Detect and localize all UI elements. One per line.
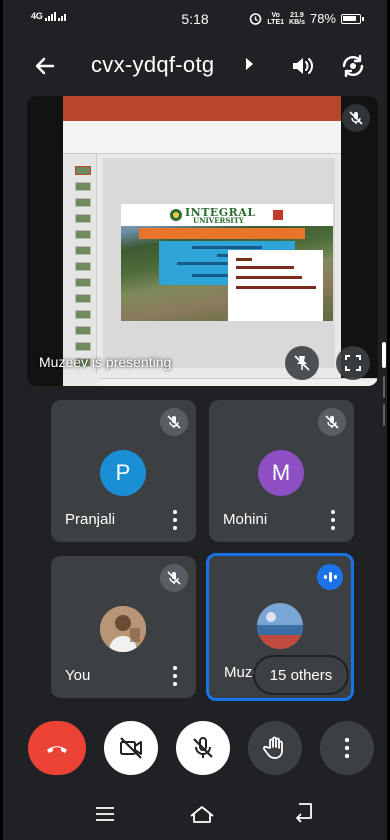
participant-name: Mohini: [223, 511, 268, 528]
profile-photo-icon: [257, 603, 303, 649]
system-nav-bar: [3, 792, 387, 840]
presenter-mic-muted: [342, 104, 370, 132]
flip-camera-icon: [342, 54, 364, 78]
participant-name: You: [65, 667, 91, 684]
call-end-icon: [47, 746, 67, 753]
battery-icon: [341, 13, 364, 24]
mic-off-icon: [325, 415, 339, 429]
mic-muted-indicator: [160, 564, 188, 592]
back-nav-button[interactable]: [291, 802, 319, 826]
more-vert-icon: [344, 737, 350, 759]
volte-indicator: Vo LTE1: [267, 12, 284, 26]
raise-hand-button[interactable]: [248, 721, 302, 775]
meeting-code[interactable]: cvx-ydqf-otg: [91, 52, 214, 78]
current-slide: INTEGRAL UNIVERSITY: [121, 204, 333, 321]
call-header: cvx-ydqf-otg: [3, 44, 387, 88]
speaking-indicator: [317, 564, 343, 590]
volume-icon: [293, 58, 313, 74]
menu-icon: [96, 807, 114, 821]
emblem-icon: [273, 210, 283, 220]
avatar: M: [258, 450, 304, 496]
status-bar: 4G 5:18 Vo LTE1 21.9 KB/s 78%: [3, 0, 387, 38]
ppt-statusbar: [99, 378, 377, 386]
end-call-button[interactable]: [28, 721, 86, 775]
alarm-icon: [250, 13, 262, 25]
profile-photo-icon: [100, 606, 146, 652]
participant-tile[interactable]: P Pranjali: [51, 400, 196, 542]
arrow-back-icon: [35, 57, 55, 75]
pin-off-icon: [294, 355, 310, 371]
presentation-tile[interactable]: INTEGRAL UNIVERSITY Muzeev is presenting: [27, 96, 378, 386]
mic-off-icon: [349, 111, 363, 125]
chevron-right-icon[interactable]: [246, 58, 253, 70]
call-controls: [3, 721, 387, 777]
avatar: [100, 606, 146, 652]
ppt-slide-thumbnails: [63, 154, 97, 374]
battery-percent: 78%: [309, 11, 336, 26]
fullscreen-icon: [345, 355, 361, 371]
more-options-button[interactable]: [172, 666, 178, 686]
more-options-button[interactable]: [172, 510, 178, 530]
lte-label: LTE1: [267, 18, 285, 26]
ppt-ribbon-tabs: [63, 110, 341, 121]
more-options-button[interactable]: [320, 721, 374, 775]
scrollbar-track: [383, 376, 385, 398]
slide-orange-bar: [139, 228, 305, 239]
mic-toggle-button[interactable]: [176, 721, 230, 775]
scrollbar-thumb[interactable]: [382, 342, 386, 368]
slide-banner: INTEGRAL UNIVERSITY: [121, 204, 333, 226]
camera-toggle-button[interactable]: [104, 721, 158, 775]
recents-button[interactable]: [91, 802, 119, 826]
ppt-titlebar: [63, 96, 341, 110]
volte-label: Vo: [271, 11, 280, 19]
home-icon: [190, 806, 214, 823]
home-button[interactable]: [188, 802, 216, 826]
videocam-off-icon: [120, 737, 142, 759]
mic-muted-indicator: [318, 408, 346, 436]
back-button[interactable]: [31, 52, 59, 80]
more-options-button[interactable]: [330, 510, 336, 530]
data-speed: 21.9 KB/s: [289, 12, 305, 26]
university-logo-icon: [170, 209, 182, 221]
fullscreen-button[interactable]: [336, 346, 370, 380]
speed-value: 21.9: [290, 11, 304, 19]
others-chip[interactable]: 15 others: [255, 657, 347, 693]
meet-screen: 4G 5:18 Vo LTE1 21.9 KB/s 78% cvx-ydqf-o…: [0, 0, 390, 840]
mic-muted-indicator: [160, 408, 188, 436]
slide-university-sub: UNIVERSITY: [193, 216, 244, 225]
return-icon: [296, 803, 312, 823]
slide-author-box: [228, 250, 323, 321]
mic-off-icon: [167, 415, 181, 429]
mic-off-icon: [193, 737, 213, 758]
shared-screen: INTEGRAL UNIVERSITY: [63, 96, 377, 386]
participant-tile[interactable]: M Mohini: [209, 400, 354, 542]
unpin-button[interactable]: [285, 346, 319, 380]
audio-output-button[interactable]: [288, 52, 316, 80]
participant-name: Pranjali: [65, 511, 116, 528]
avatar: P: [100, 450, 146, 496]
avatar: [257, 603, 303, 649]
speed-unit: KB/s: [289, 18, 305, 26]
self-tile[interactable]: You: [51, 556, 196, 698]
mic-off-icon: [167, 571, 181, 585]
ppt-editing-area: INTEGRAL UNIVERSITY: [103, 158, 335, 368]
scrollbar-track: [383, 404, 385, 426]
hand-icon: [262, 736, 283, 759]
switch-camera-button[interactable]: [339, 52, 367, 80]
presenter-label: Muzeev is presenting: [39, 354, 172, 370]
ppt-ribbon: [63, 121, 341, 154]
